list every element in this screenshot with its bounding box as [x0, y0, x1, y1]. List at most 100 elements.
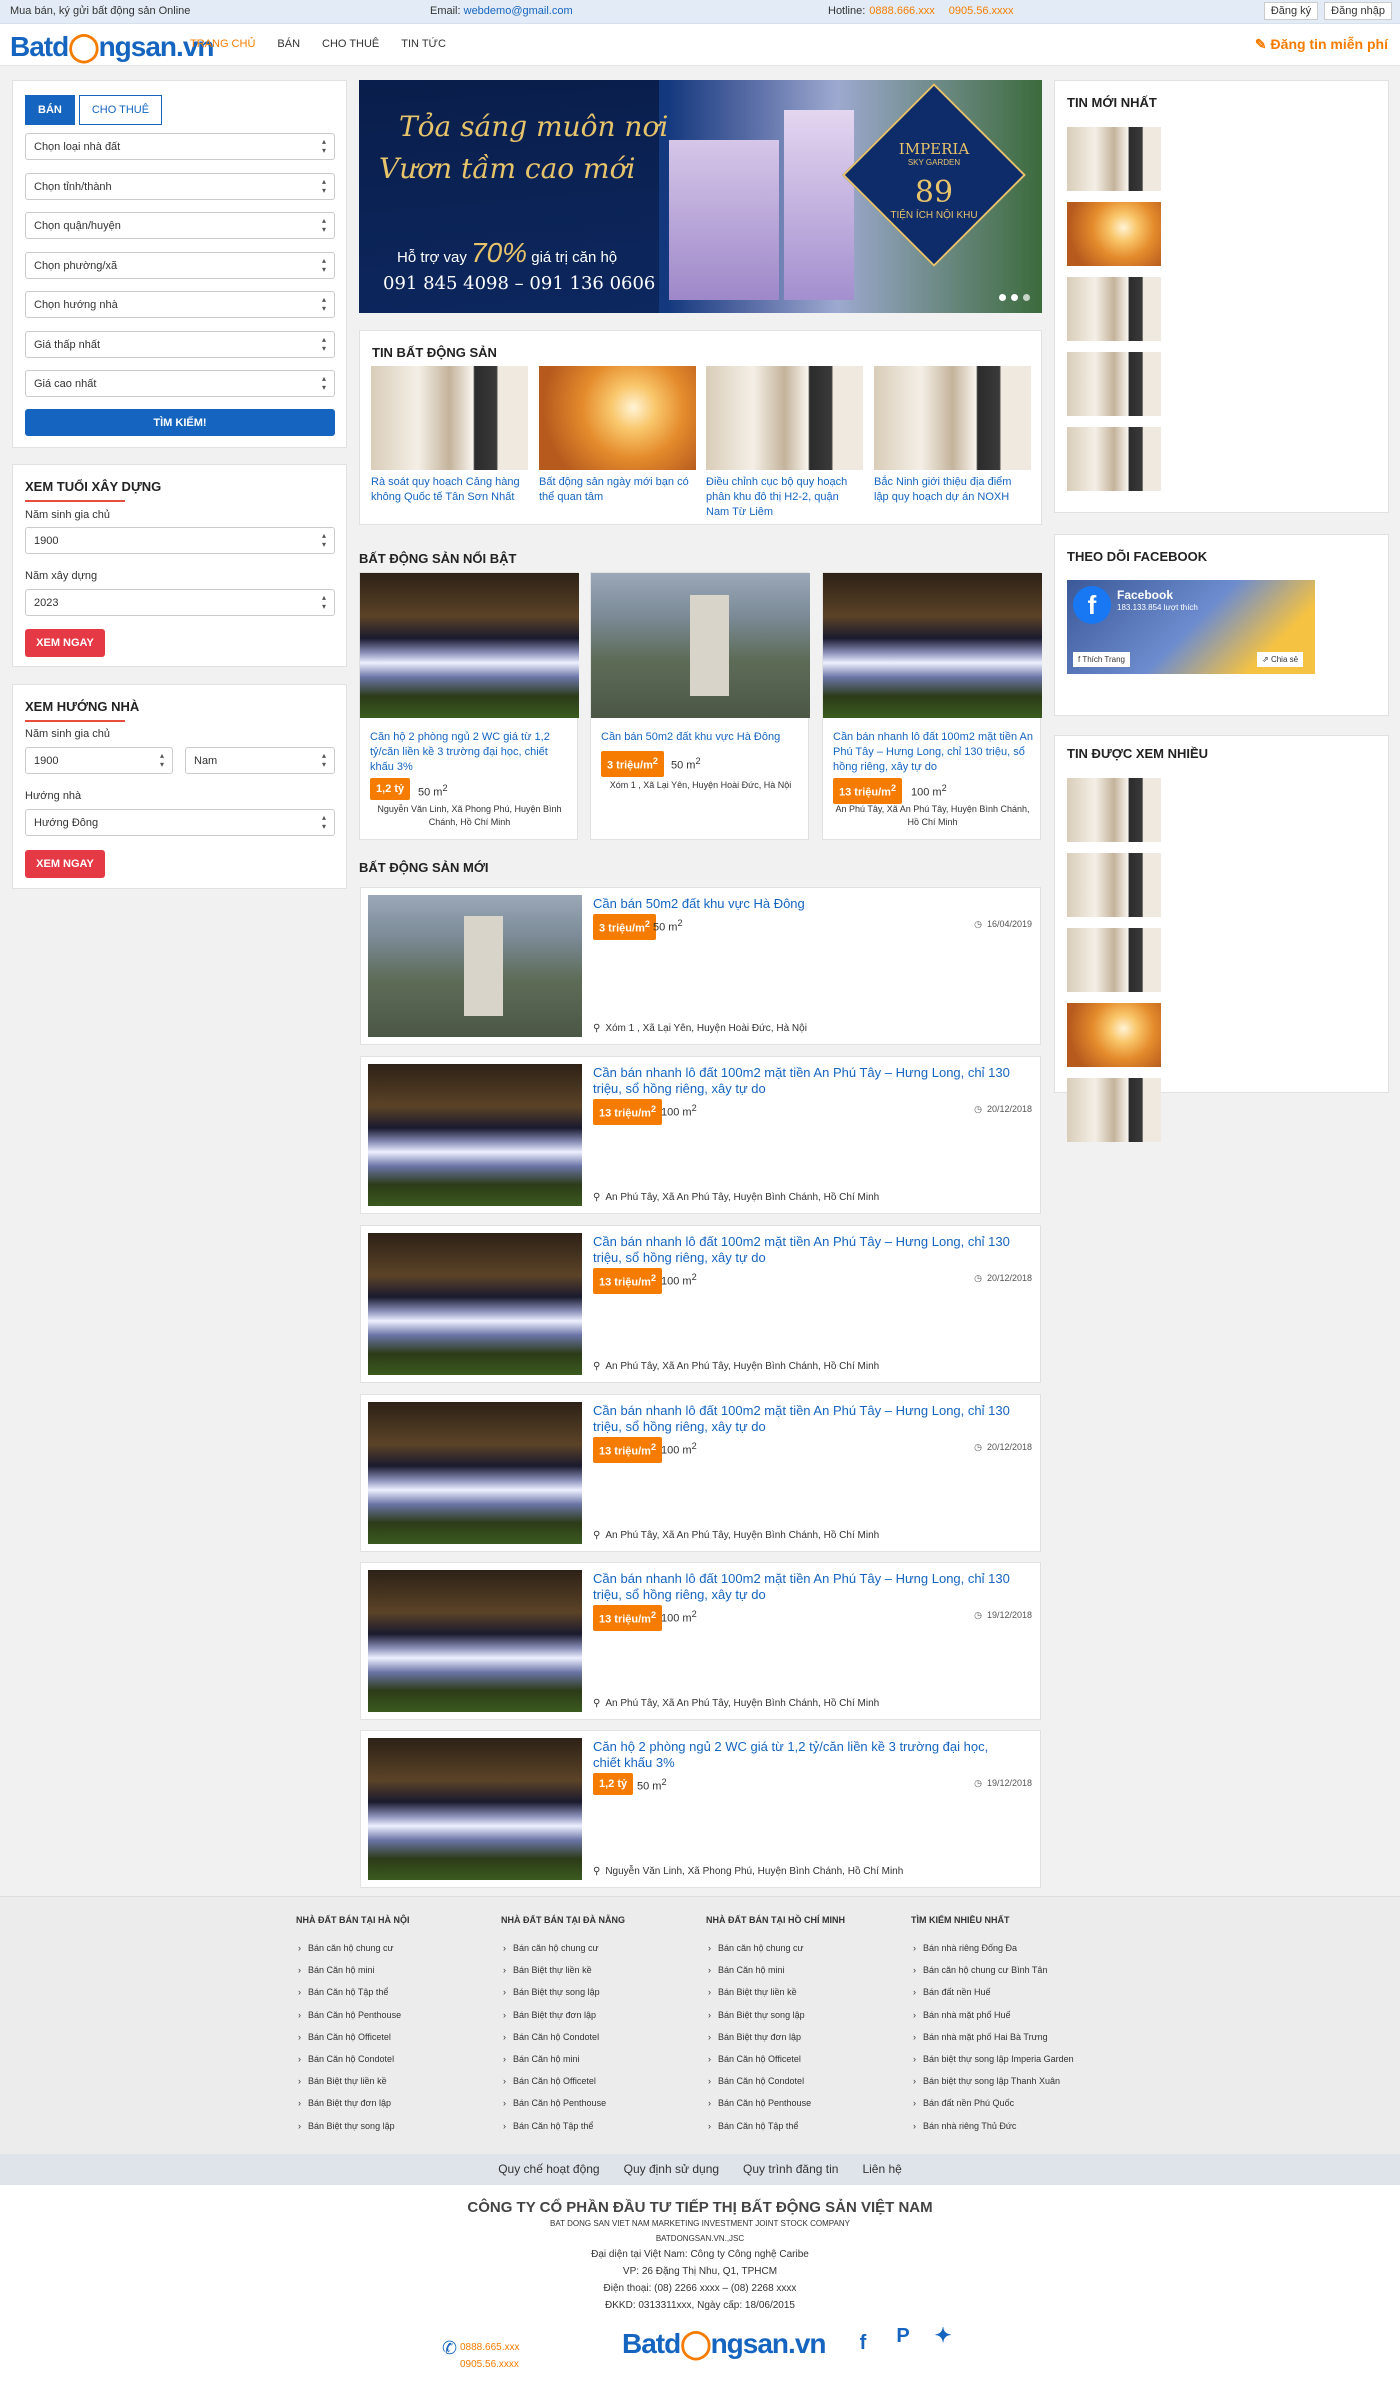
- featured-card[interactable]: Cần bán 50m2 đất khu vực Hà Đông 3 triệu…: [590, 572, 810, 840]
- login-button[interactable]: Đăng nhập: [1324, 2, 1392, 20]
- sidebar-news-item[interactable]: [1067, 352, 1377, 416]
- register-button[interactable]: Đăng ký: [1263, 2, 1319, 20]
- news-item-title[interactable]: Rà soát quy hoạch Cảng hàng không Quốc t…: [371, 475, 526, 505]
- sidebar-news-thumb[interactable]: [1067, 277, 1161, 341]
- direction-select[interactable]: Chọn hướng nhà: [25, 291, 335, 318]
- listing-image[interactable]: [368, 1233, 582, 1375]
- max-price-select[interactable]: Giá cao nhất: [25, 370, 335, 397]
- footer-link[interactable]: Bán Căn hộ Penthouse: [501, 2092, 701, 2114]
- footer-link[interactable]: Bán Biệt thự liền kề: [706, 1981, 906, 2003]
- sidebar-news-item[interactable]: [1067, 427, 1377, 491]
- listing-title[interactable]: Cần bán nhanh lô đất 100m2 mặt tiền An P…: [593, 1571, 1013, 1603]
- view-age-button[interactable]: XEM NGAY: [25, 629, 105, 657]
- sidebar-news-item[interactable]: [1067, 277, 1377, 341]
- listing-title[interactable]: Cần bán nhanh lô đất 100m2 mặt tiền An P…: [593, 1234, 1013, 1266]
- footer-link[interactable]: Bán Biệt thự song lập: [296, 2115, 496, 2137]
- post-free-button[interactable]: ✎ Đăng tin miễn phí: [1255, 36, 1388, 53]
- news-thumb[interactable]: [706, 366, 863, 470]
- view-direction-button[interactable]: XEM NGAY: [25, 850, 105, 878]
- featured-image[interactable]: [591, 573, 810, 718]
- footer-link[interactable]: Bán căn hộ chung cư: [296, 1937, 496, 1959]
- slider-dot[interactable]: [999, 294, 1006, 301]
- listing-card[interactable]: Cần bán 50m2 đất khu vực Hà Đông 3 triệu/…: [360, 887, 1041, 1045]
- footer-link[interactable]: Bán nhà mặt phố Huế: [911, 2004, 1111, 2026]
- tab-rent[interactable]: CHO THUÊ: [78, 95, 163, 125]
- news-item-title[interactable]: Bắc Ninh giới thiệu địa điểm lập quy hoạ…: [874, 475, 1029, 505]
- listing-card[interactable]: Cần bán nhanh lô đất 100m2 mặt tiền An P…: [360, 1056, 1041, 1214]
- listing-card[interactable]: Cần bán nhanh lô đất 100m2 mặt tiền An P…: [360, 1394, 1041, 1552]
- listing-card[interactable]: Cần bán nhanh lô đất 100m2 mặt tiền An P…: [360, 1225, 1041, 1383]
- gender-select[interactable]: Nam: [185, 747, 335, 774]
- footer-link[interactable]: Bán đất nền Huế: [911, 1981, 1111, 2003]
- listing-image[interactable]: [368, 1402, 582, 1544]
- tab-sale[interactable]: BÁN: [25, 95, 75, 125]
- email-link[interactable]: webdemo@gmail.com: [464, 5, 573, 17]
- link-contact[interactable]: Liên hệ: [862, 2162, 901, 2185]
- site-logo[interactable]: Batd◯ngsan.vn: [10, 30, 214, 63]
- footer-hotline-2[interactable]: 0905.56.xxxx: [460, 2356, 520, 2373]
- birth-year-select[interactable]: 1900: [25, 527, 335, 554]
- listing-image[interactable]: [368, 1738, 582, 1880]
- nav-home[interactable]: TRANG CHỦ: [190, 38, 255, 50]
- footer-link[interactable]: Bán nhà riêng Thủ Đức: [911, 2115, 1111, 2137]
- news-thumb[interactable]: [371, 366, 528, 470]
- sidebar-news-item[interactable]: [1067, 1078, 1377, 1142]
- property-type-select[interactable]: Chọn loại nhà đất: [25, 133, 335, 160]
- build-year-select[interactable]: 2023: [25, 589, 335, 616]
- listing-title[interactable]: Cần bán nhanh lô đất 100m2 mặt tiền An P…: [593, 1065, 1013, 1097]
- ward-select[interactable]: Chọn phường/xã: [25, 252, 335, 279]
- featured-item-title[interactable]: Cần bán 50m2 đất khu vực Hà Đông: [601, 730, 801, 745]
- footer-link[interactable]: Bán căn hộ chung cư: [706, 1937, 906, 1959]
- sidebar-news-item[interactable]: [1067, 1003, 1377, 1067]
- sidebar-news-thumb[interactable]: [1067, 202, 1161, 266]
- sidebar-news-thumb[interactable]: [1067, 778, 1161, 842]
- province-select[interactable]: Chọn tỉnh/thành: [25, 173, 335, 200]
- owner-birth-select[interactable]: 1900: [25, 747, 173, 774]
- news-item-title[interactable]: Điều chỉnh cục bộ quy hoạch phân khu đô …: [706, 475, 861, 520]
- footer-link[interactable]: Bán Căn hộ mini: [296, 1959, 496, 1981]
- listing-title[interactable]: Cần bán nhanh lô đất 100m2 mặt tiền An P…: [593, 1403, 1013, 1435]
- featured-item-title[interactable]: Căn hộ 2 phòng ngủ 2 WC giá từ 1,2 tỷ/că…: [370, 730, 570, 775]
- sidebar-news-thumb[interactable]: [1067, 928, 1161, 992]
- sidebar-news-item[interactable]: [1067, 202, 1377, 266]
- sidebar-news-item[interactable]: [1067, 853, 1377, 917]
- slider-dot[interactable]: [1023, 294, 1030, 301]
- link-posting-process[interactable]: Quy trình đăng tin: [743, 2162, 838, 2185]
- news-thumb[interactable]: [539, 366, 696, 470]
- news-thumb[interactable]: [874, 366, 1031, 470]
- facebook-widget[interactable]: f Facebook 183.133.854 lượt thích f Thíc…: [1067, 580, 1315, 674]
- footer-link[interactable]: Bán Căn hộ Condotel: [296, 2048, 496, 2070]
- sidebar-news-item[interactable]: [1067, 127, 1377, 191]
- featured-image[interactable]: [823, 573, 1042, 718]
- link-usage-rules[interactable]: Quy định sử dụng: [624, 2162, 719, 2185]
- twitter-icon[interactable]: ✦: [928, 2326, 958, 2358]
- pinterest-icon[interactable]: P: [888, 2326, 918, 2358]
- footer-logo[interactable]: Batd◯ngsan.vn: [622, 2330, 826, 2358]
- fb-share-button[interactable]: ⇗ Chia sẻ: [1257, 652, 1304, 667]
- footer-link[interactable]: Bán Căn hộ Officetel: [501, 2070, 701, 2092]
- sidebar-news-thumb[interactable]: [1067, 127, 1161, 191]
- footer-link[interactable]: Bán nhà riêng Đống Đa: [911, 1937, 1111, 1959]
- footer-link[interactable]: Bán biệt thự song lập Imperia Garden: [911, 2048, 1111, 2070]
- footer-link[interactable]: Bán Căn hộ Penthouse: [296, 2004, 496, 2026]
- hotline-2[interactable]: 0905.56.xxxx: [949, 5, 1014, 17]
- footer-link[interactable]: Bán Căn hộ Tập thể: [296, 1981, 496, 2003]
- footer-link[interactable]: Bán căn hộ chung cư: [501, 1937, 701, 1959]
- footer-link[interactable]: Bán Biệt thự liền kề: [501, 1959, 701, 1981]
- footer-link[interactable]: Bán Căn hộ Condotel: [501, 2026, 701, 2048]
- listing-card[interactable]: Cần bán nhanh lô đất 100m2 mặt tiền An P…: [360, 1562, 1041, 1720]
- listing-image[interactable]: [368, 1570, 582, 1712]
- nav-news[interactable]: TIN TỨC: [401, 38, 446, 50]
- footer-link[interactable]: Bán Biệt thự song lập: [501, 1981, 701, 2003]
- footer-link[interactable]: Bán Biệt thự song lập: [706, 2004, 906, 2026]
- house-dir-select[interactable]: Hướng Đông: [25, 809, 335, 836]
- footer-link[interactable]: Bán Căn hộ mini: [706, 1959, 906, 1981]
- footer-link[interactable]: Bán đất nền Phú Quốc: [911, 2092, 1111, 2114]
- footer-link[interactable]: Bán Căn hộ Tập thể: [706, 2115, 906, 2137]
- sidebar-news-thumb[interactable]: [1067, 352, 1161, 416]
- sidebar-news-thumb[interactable]: [1067, 853, 1161, 917]
- listing-image[interactable]: [368, 895, 582, 1037]
- facebook-icon[interactable]: f: [848, 2328, 878, 2358]
- search-button[interactable]: TÌM KIẾM!: [25, 409, 335, 436]
- listing-title[interactable]: Cần bán 50m2 đất khu vực Hà Đông: [593, 896, 1013, 912]
